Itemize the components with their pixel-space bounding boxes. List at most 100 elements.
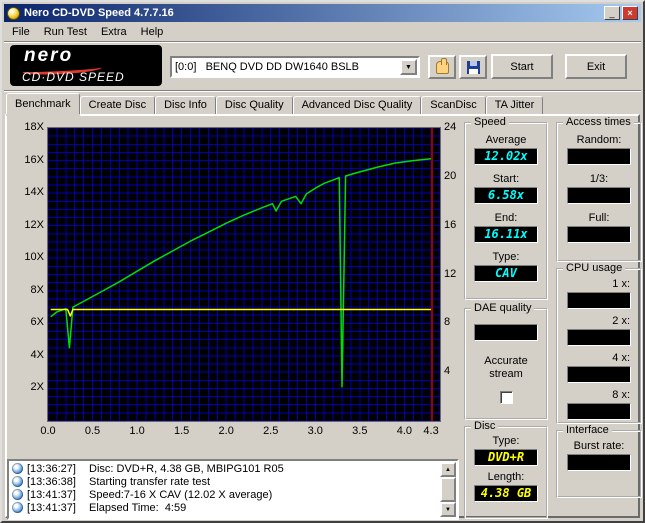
- nero-logo: nero CD·DVD SPEED: [10, 45, 162, 86]
- tab-strip: Benchmark Create Disc Disc Info Disc Qualit…: [6, 93, 544, 114]
- app-window: Nero CD-DVD Speed 4.7.7.16 _ × File Run T…: [0, 0, 645, 523]
- tab-disc-info[interactable]: Disc Info: [155, 96, 216, 114]
- cpu-usage-rows: 1 x: 2 x: 4 x: 8 x:: [558, 278, 640, 420]
- x-axis-tick: 4.0: [396, 425, 412, 437]
- log-line[interactable]: [13:36:27] Disc: DVD+R, 4.38 GB, MBIPG101…: [11, 462, 439, 475]
- menu-file[interactable]: File: [5, 24, 37, 40]
- scrollbar-thumb[interactable]: [440, 477, 456, 502]
- close-button[interactable]: ×: [622, 6, 638, 20]
- save-button[interactable]: [459, 55, 487, 79]
- cpu-multiplier-label: 8 x:: [612, 389, 630, 401]
- log-timestamp: [13:41:37]: [27, 501, 76, 514]
- disc-icon: [12, 476, 23, 487]
- logo-text: nero: [24, 45, 74, 66]
- log-listbox[interactable]: [13:36:27] Disc: DVD+R, 4.38 GB, MBIPG101…: [7, 459, 459, 520]
- end-speed-value: 16.11x: [474, 226, 538, 243]
- y-axis-left-tick: 6X: [30, 316, 44, 329]
- x-axis-tick: 3.5: [352, 425, 368, 437]
- tab-disc-quality[interactable]: Disc Quality: [215, 96, 293, 114]
- x-axis-tick: 2.0: [218, 425, 234, 437]
- cpu-usage-panel-title: CPU usage: [563, 262, 626, 274]
- logo-subtext: CD·DVD SPEED: [22, 70, 125, 84]
- one-third-access-label: 1/3:: [589, 173, 609, 185]
- one-third-access-value-box: [567, 187, 631, 204]
- log-message: Starting transfer rate test: [89, 475, 211, 488]
- tab-ta-jitter[interactable]: TA Jitter: [485, 96, 544, 114]
- random-access-label: Random:: [576, 134, 622, 146]
- start-speed-value: 6.58x: [474, 187, 538, 204]
- speed-type-label: Type:: [492, 251, 520, 263]
- tab-benchmark[interactable]: Benchmark: [6, 93, 80, 114]
- speed-type-value: CAV: [474, 265, 538, 282]
- speed-panel: Speed Average 12.02x Start: 6.58x End: 1…: [464, 116, 548, 300]
- disc-type-label: Type:: [492, 435, 520, 447]
- y-axis-left-tick: 12X: [24, 218, 44, 231]
- exit-button[interactable]: Exit: [565, 54, 627, 79]
- average-speed-value: 12.02x: [474, 148, 538, 165]
- app-icon: [7, 6, 20, 20]
- floppy-icon: [466, 60, 480, 74]
- cpu-multiplier-label: 2 x:: [612, 315, 630, 327]
- dae-quality-panel-title: DAE quality: [471, 302, 535, 314]
- log-message: Speed:7-16 X CAV (12.02 X average): [89, 488, 273, 501]
- y-axis-left-tick: 10X: [24, 251, 44, 264]
- disc-icon: [12, 489, 23, 500]
- interface-panel: Interface Burst rate:: [556, 424, 642, 498]
- cpu-usage-value-box: [567, 403, 631, 420]
- minimize-button[interactable]: _: [604, 6, 620, 20]
- tab-scandisc[interactable]: ScanDisc: [421, 96, 486, 114]
- access-times-panel: Access times Random: 1/3: Full:: [556, 116, 642, 262]
- toolbar: nero CD·DVD SPEED [0:0] BENQ DVD DD DW16…: [4, 43, 641, 90]
- log-message: Disc: DVD+R, 4.38 GB, MBIPG101 R05: [89, 462, 284, 475]
- cpu-usage-value-box: [567, 292, 631, 309]
- menu-extra[interactable]: Extra: [94, 24, 134, 40]
- y-axis-left-tick: 8X: [30, 283, 44, 296]
- menu-run-test[interactable]: Run Test: [37, 24, 94, 40]
- cpu-usage-value-box: [567, 366, 631, 383]
- cpu-multiplier-label: 1 x:: [612, 278, 630, 290]
- disc-panel: Disc Type: DVD+R Length: 4.38 GB: [464, 420, 548, 519]
- y-axis-left-tick: 16X: [24, 153, 44, 166]
- y-axis-left-tick: 2X: [30, 381, 44, 394]
- full-access-label: Full:: [588, 212, 610, 224]
- drive-select[interactable]: [0:0] BENQ DVD DD DW1640 BSLB ▼: [170, 56, 420, 78]
- disc-length-value: 4.38 GB: [474, 485, 538, 502]
- log-line[interactable]: [13:41:37] Speed:7-16 X CAV (12.02 X aver…: [11, 488, 439, 501]
- title-bar[interactable]: Nero CD-DVD Speed 4.7.7.16 _ ×: [4, 4, 641, 22]
- x-axis-tick: 1.5: [173, 425, 190, 437]
- x-axis-tick: 3.0: [307, 425, 323, 437]
- y-axis-right-tick: 8: [444, 316, 451, 329]
- disc-length-label: Length:: [487, 471, 525, 483]
- y-axis-right-tick: 16: [444, 218, 457, 231]
- average-label: Average: [485, 134, 527, 146]
- y-axis-right-tick: 20: [444, 169, 457, 182]
- start-button[interactable]: Start: [491, 54, 553, 79]
- test-options-button[interactable]: [428, 55, 456, 79]
- log-timestamp: [13:36:38]: [27, 475, 76, 488]
- log-scrollbar[interactable]: ▲ ▼: [440, 462, 456, 517]
- interface-panel-title: Interface: [563, 424, 612, 436]
- x-axis-tick: 0.5: [84, 425, 101, 437]
- log-timestamp: [13:36:27]: [27, 462, 76, 475]
- dropdown-arrow-icon[interactable]: ▼: [400, 59, 417, 75]
- x-axis-tick: 4.3: [423, 425, 439, 437]
- random-access-value-box: [567, 148, 631, 165]
- cpu-multiplier-label: 4 x:: [612, 352, 630, 364]
- y-axis-right-tick: 4: [444, 365, 451, 378]
- y-axis-left-tick: 18X: [24, 121, 44, 133]
- tab-create-disc[interactable]: Create Disc: [79, 96, 156, 114]
- y-axis-right-tick: 12: [444, 267, 457, 280]
- log-line[interactable]: [13:41:37] Elapsed Time: 4:59: [11, 501, 439, 514]
- benchmark-chart: [47, 127, 441, 422]
- accurate-stream-checkbox[interactable]: [499, 391, 513, 404]
- hand-icon: [435, 57, 449, 74]
- tab-advanced-disc-quality[interactable]: Advanced Disc Quality: [292, 96, 422, 114]
- scroll-down-button[interactable]: ▼: [440, 502, 456, 517]
- accurate-stream-label: Accurate stream: [484, 355, 528, 380]
- drive-select-value: [0:0] BENQ DVD DD DW1640 BSLB: [175, 61, 360, 73]
- log-line[interactable]: [13:36:38] Starting transfer rate test: [11, 475, 439, 488]
- menu-help[interactable]: Help: [134, 24, 171, 40]
- y-axis-right-tick: 24: [444, 121, 457, 133]
- scroll-up-button[interactable]: ▲: [440, 462, 456, 477]
- full-access-value-box: [567, 226, 631, 243]
